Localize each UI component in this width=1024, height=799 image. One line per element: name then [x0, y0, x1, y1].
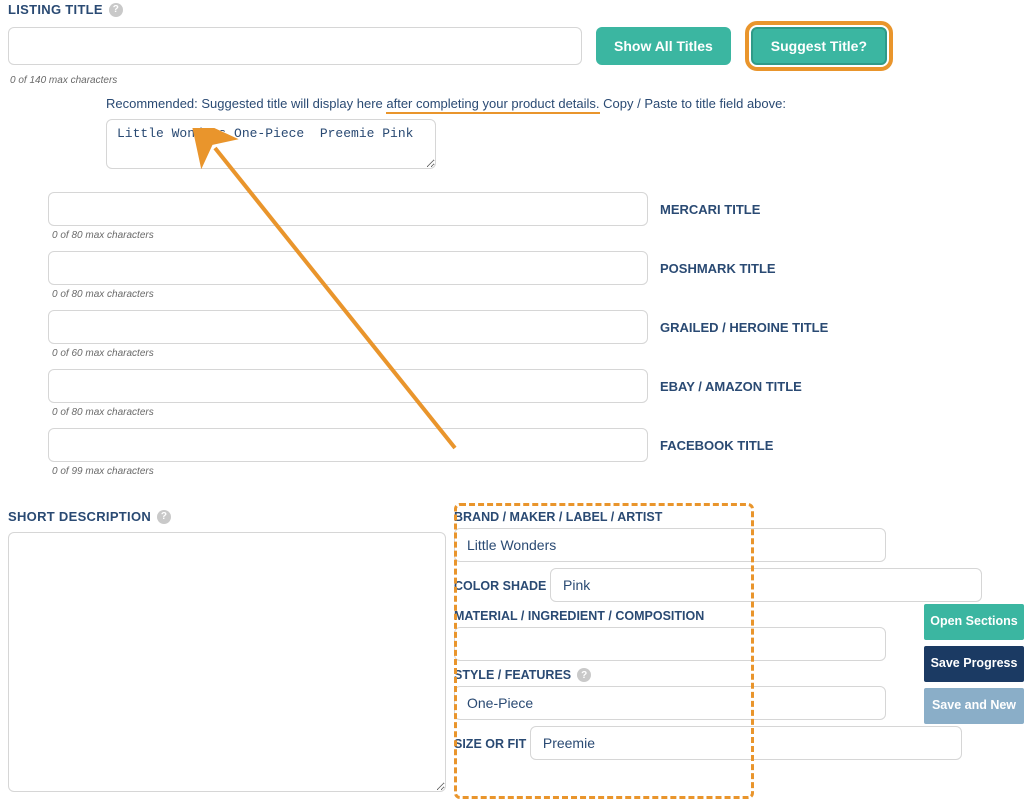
floating-action-buttons: Open Sections Save Progress Save and New [924, 604, 1024, 724]
poshmark-hint: 0 of 80 max characters [52, 289, 1016, 300]
listing-title-label: LISTING TITLE ? [8, 2, 123, 17]
save-progress-button[interactable]: Save Progress [924, 646, 1024, 682]
grailed-title-input[interactable] [48, 310, 648, 344]
ebay-title-input[interactable] [48, 369, 648, 403]
grailed-hint: 0 of 60 max characters [52, 348, 1016, 359]
mercari-title-input[interactable] [48, 192, 648, 226]
style-input[interactable] [454, 686, 886, 720]
suggest-title-button[interactable]: Suggest Title? [751, 27, 887, 65]
open-sections-button[interactable]: Open Sections [924, 604, 1024, 640]
brand-label: BRAND / MAKER / LABEL / ARTIST [454, 510, 662, 524]
facebook-title-input[interactable] [48, 428, 648, 462]
grailed-title-label: GRAILED / HEROINE TITLE [660, 320, 828, 335]
facebook-title-label: FACEBOOK TITLE [660, 438, 773, 453]
listing-title-hint: 0 of 140 max characters [10, 75, 1016, 86]
brand-input[interactable] [454, 528, 886, 562]
recommend-suffix: Copy / Paste to title field above: [600, 96, 786, 111]
show-all-titles-button[interactable]: Show All Titles [596, 27, 731, 65]
short-description-label: SHORT DESCRIPTION ? [8, 509, 171, 524]
suggest-title-highlight: Suggest Title? [745, 21, 893, 71]
mercari-hint: 0 of 80 max characters [52, 230, 1016, 241]
size-input[interactable] [530, 726, 962, 760]
poshmark-title-label: POSHMARK TITLE [660, 261, 776, 276]
recommend-prefix: Recommended: Suggested title will displa… [106, 96, 386, 111]
facebook-hint: 0 of 99 max characters [52, 466, 1016, 477]
help-icon[interactable]: ? [157, 510, 171, 524]
recommend-text: Recommended: Suggested title will displa… [106, 96, 1016, 111]
ebay-title-label: EBAY / AMAZON TITLE [660, 379, 802, 394]
style-label: STYLE / FEATURES ? [454, 668, 591, 682]
short-desc-label-text: SHORT DESCRIPTION [8, 509, 151, 524]
color-input[interactable] [550, 568, 982, 602]
suggested-title-textarea[interactable] [106, 119, 436, 169]
mercari-title-label: MERCARI TITLE [660, 202, 760, 217]
size-label: SIZE OR FIT [454, 737, 526, 751]
color-label: COLOR SHADE [454, 579, 546, 593]
poshmark-title-input[interactable] [48, 251, 648, 285]
listing-title-input[interactable] [8, 27, 582, 65]
help-icon[interactable]: ? [577, 668, 591, 682]
help-icon[interactable]: ? [109, 3, 123, 17]
label-text: LISTING TITLE [8, 2, 103, 17]
short-description-textarea[interactable] [8, 532, 446, 792]
material-label: MATERIAL / INGREDIENT / COMPOSITION [454, 609, 704, 623]
platform-titles-group: MERCARI TITLE 0 of 80 max characters POS… [48, 192, 1016, 477]
ebay-hint: 0 of 80 max characters [52, 407, 1016, 418]
material-input[interactable] [454, 627, 886, 661]
recommend-underlined: after completing your product details. [386, 96, 599, 114]
save-and-new-button[interactable]: Save and New [924, 688, 1024, 724]
